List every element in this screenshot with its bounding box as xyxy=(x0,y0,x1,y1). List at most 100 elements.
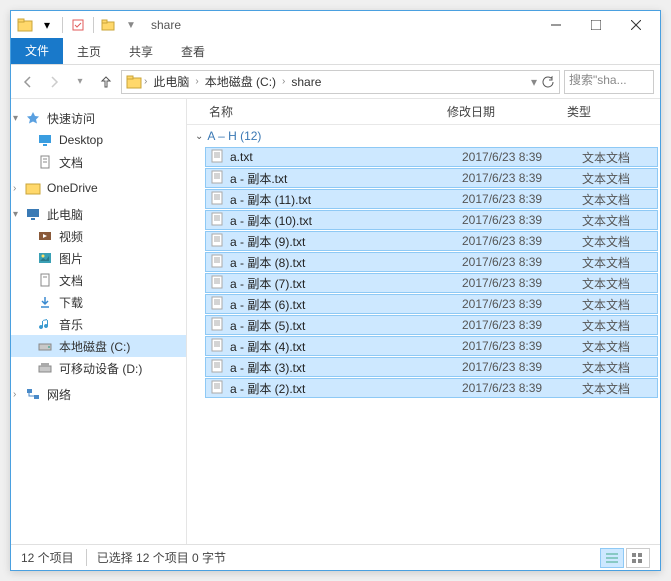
new-folder-icon[interactable] xyxy=(99,15,119,35)
file-date: 2017/6/23 8:39 xyxy=(462,381,582,395)
tab-share[interactable]: 共享 xyxy=(115,39,167,64)
file-name: a - 副本 (3).txt xyxy=(230,359,462,376)
sidebar-desktop[interactable]: Desktop xyxy=(11,129,186,151)
chevron-right-icon[interactable]: › xyxy=(13,389,16,400)
chevron-right-icon[interactable]: › xyxy=(282,76,285,87)
customize-icon[interactable]: ▼ xyxy=(121,15,141,35)
file-row[interactable]: a - 副本 (10).txt2017/6/23 8:39文本文档 xyxy=(205,210,658,230)
sidebar-this-pc[interactable]: ▾此电脑 xyxy=(11,203,186,225)
file-date: 2017/6/23 8:39 xyxy=(462,255,582,269)
chevron-down-icon[interactable]: ▾ xyxy=(13,113,18,124)
document-icon xyxy=(37,154,53,170)
breadcrumb-pc[interactable]: 此电脑 xyxy=(149,73,193,90)
file-row[interactable]: a.txt2017/6/23 8:39文本文档 xyxy=(205,147,658,167)
column-headers: 名称 修改日期 类型 xyxy=(187,99,660,125)
file-row[interactable]: a - 副本 (8).txt2017/6/23 8:39文本文档 xyxy=(205,252,658,272)
document-icon xyxy=(37,272,53,288)
breadcrumb-drive[interactable]: 本地磁盘 (C:) xyxy=(201,73,280,90)
sidebar-music[interactable]: 音乐 xyxy=(11,313,186,335)
icons-view-button[interactable] xyxy=(626,548,650,568)
sidebar-pictures[interactable]: 图片 xyxy=(11,247,186,269)
ribbon-tabs: 文件 主页 共享 查看 xyxy=(11,39,660,65)
forward-button[interactable] xyxy=(43,71,65,93)
text-file-icon xyxy=(210,317,226,333)
file-date: 2017/6/23 8:39 xyxy=(462,339,582,353)
tab-view[interactable]: 查看 xyxy=(167,39,219,64)
file-row[interactable]: a - 副本 (3).txt2017/6/23 8:39文本文档 xyxy=(205,357,658,377)
file-row[interactable]: a - 副本.txt2017/6/23 8:39文本文档 xyxy=(205,168,658,188)
picture-icon xyxy=(37,250,53,266)
column-name[interactable]: 名称 xyxy=(187,103,447,120)
sidebar-downloads[interactable]: 下载 xyxy=(11,291,186,313)
sidebar-documents[interactable]: 文档 xyxy=(11,151,186,173)
file-row[interactable]: a - 副本 (6).txt2017/6/23 8:39文本文档 xyxy=(205,294,658,314)
text-file-icon xyxy=(210,275,226,291)
file-name: a - 副本 (5).txt xyxy=(230,317,462,334)
file-type: 文本文档 xyxy=(582,275,630,292)
file-date: 2017/6/23 8:39 xyxy=(462,192,582,206)
sidebar-videos[interactable]: 视频 xyxy=(11,225,186,247)
file-list: a.txt2017/6/23 8:39文本文档a - 副本.txt2017/6/… xyxy=(187,147,660,544)
up-button[interactable] xyxy=(95,71,117,93)
sidebar-quick-access[interactable]: ▾快速访问 xyxy=(11,107,186,129)
status-count: 12 个项目 xyxy=(21,549,74,566)
column-type[interactable]: 类型 xyxy=(567,103,660,120)
chevron-down-icon[interactable]: ▾ xyxy=(13,209,18,220)
file-type: 文本文档 xyxy=(582,338,630,355)
file-date: 2017/6/23 8:39 xyxy=(462,150,582,164)
drive-icon xyxy=(37,338,53,354)
details-view-button[interactable] xyxy=(600,548,624,568)
file-row[interactable]: a - 副本 (2).txt2017/6/23 8:39文本文档 xyxy=(205,378,658,398)
properties-icon[interactable] xyxy=(68,15,88,35)
folder-icon xyxy=(126,74,142,90)
chevron-right-icon[interactable]: › xyxy=(195,76,198,87)
refresh-icon[interactable] xyxy=(541,75,555,89)
sidebar-drive-c[interactable]: 本地磁盘 (C:) xyxy=(11,335,186,357)
file-row[interactable]: a - 副本 (11).txt2017/6/23 8:39文本文档 xyxy=(205,189,658,209)
file-list-pane: 名称 修改日期 类型 ⌄ A – H (12) a.txt2017/6/23 8… xyxy=(187,99,660,544)
address-bar[interactable]: › 此电脑 › 本地磁盘 (C:) › share ▾ xyxy=(121,70,560,94)
view-buttons xyxy=(600,548,650,568)
folder-icon xyxy=(15,15,35,35)
dropdown-icon[interactable]: ▾ xyxy=(531,75,537,89)
monitor-icon xyxy=(25,206,41,222)
close-button[interactable] xyxy=(616,11,656,39)
chevron-down-icon[interactable]: ⌄ xyxy=(195,131,203,142)
qat-dropdown-icon[interactable]: ▾ xyxy=(37,15,57,35)
file-date: 2017/6/23 8:39 xyxy=(462,171,582,185)
chevron-right-icon[interactable]: › xyxy=(144,76,147,87)
sidebar-onedrive[interactable]: ›OneDrive xyxy=(11,177,186,199)
file-type: 文本文档 xyxy=(582,149,630,166)
breadcrumb-folder[interactable]: share xyxy=(287,75,325,89)
text-file-icon xyxy=(210,296,226,312)
maximize-button[interactable] xyxy=(576,11,616,39)
file-type: 文本文档 xyxy=(582,296,630,313)
recent-dropdown[interactable]: ▾ xyxy=(69,71,91,93)
file-row[interactable]: a - 副本 (7).txt2017/6/23 8:39文本文档 xyxy=(205,273,658,293)
text-file-icon xyxy=(210,254,226,270)
group-header[interactable]: ⌄ A – H (12) xyxy=(187,125,660,147)
file-date: 2017/6/23 8:39 xyxy=(462,234,582,248)
file-row[interactable]: a - 副本 (9).txt2017/6/23 8:39文本文档 xyxy=(205,231,658,251)
file-name: a.txt xyxy=(230,150,462,164)
minimize-button[interactable] xyxy=(536,11,576,39)
column-date[interactable]: 修改日期 xyxy=(447,103,567,120)
explorer-window: ▾ ▼ share 文件 主页 共享 查看 ▾ › 此电脑 › 本地磁盘 (C:… xyxy=(10,10,661,571)
back-button[interactable] xyxy=(17,71,39,93)
search-input[interactable]: 搜索"sha... xyxy=(564,70,654,94)
file-row[interactable]: a - 副本 (5).txt2017/6/23 8:39文本文档 xyxy=(205,315,658,335)
sidebar-network[interactable]: ›网络 xyxy=(11,383,186,405)
tab-home[interactable]: 主页 xyxy=(63,39,115,64)
file-type: 文本文档 xyxy=(582,170,630,187)
file-type: 文本文档 xyxy=(582,233,630,250)
file-name: a - 副本 (9).txt xyxy=(230,233,462,250)
file-row[interactable]: a - 副本 (4).txt2017/6/23 8:39文本文档 xyxy=(205,336,658,356)
file-name: a - 副本 (11).txt xyxy=(230,191,462,208)
file-name: a - 副本 (2).txt xyxy=(230,380,462,397)
chevron-right-icon[interactable]: › xyxy=(13,183,16,194)
video-icon xyxy=(37,228,53,244)
sidebar-drive-d[interactable]: 可移动设备 (D:) xyxy=(11,357,186,379)
file-name: a - 副本 (6).txt xyxy=(230,296,462,313)
sidebar-documents-2[interactable]: 文档 xyxy=(11,269,186,291)
tab-file[interactable]: 文件 xyxy=(11,38,63,64)
